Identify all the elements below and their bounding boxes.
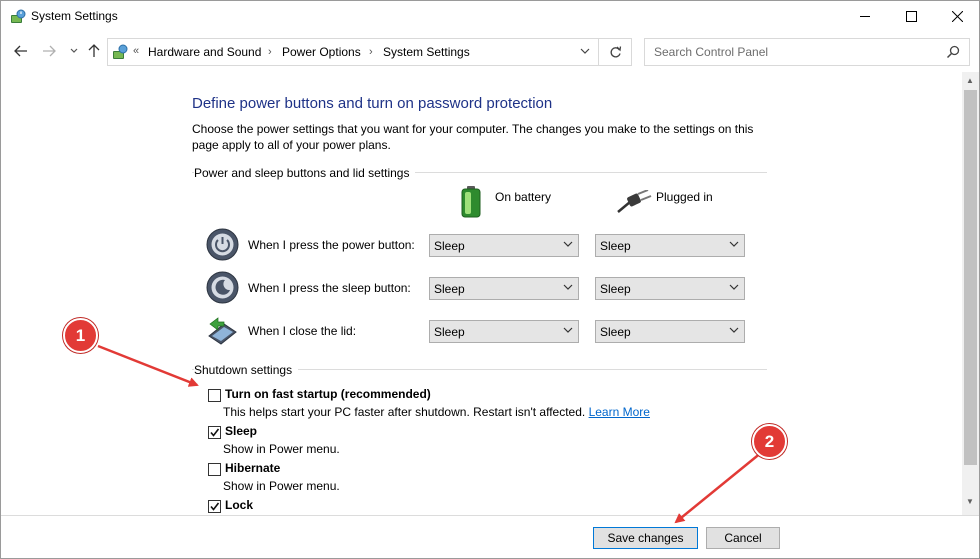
power-plug-icon bbox=[617, 190, 652, 213]
search-input[interactable]: Search Control Panel bbox=[654, 45, 768, 59]
sleep-button-plugged-in-select[interactable]: Sleep bbox=[595, 277, 745, 300]
sleep-button-icon bbox=[206, 271, 239, 304]
power-buttons-group-label: Power and sleep buttons and lid settings bbox=[194, 166, 416, 180]
checkmark-icon bbox=[210, 428, 220, 437]
annotation-badge-2: 2 bbox=[752, 424, 787, 459]
title-bar: System Settings bbox=[1, 1, 979, 32]
select-value: Sleep bbox=[434, 325, 465, 339]
checkmark-icon bbox=[210, 502, 220, 511]
forward-arrow-icon bbox=[43, 45, 56, 57]
scroll-up-icon[interactable]: ▲ bbox=[966, 76, 974, 85]
annotation-badge-1: 1 bbox=[63, 318, 98, 353]
sleep-button-label: When I press the sleep button: bbox=[248, 281, 411, 295]
chevron-down-icon bbox=[729, 327, 739, 333]
search-box[interactable]: Search Control Panel bbox=[644, 38, 970, 66]
power-button-label: When I press the power button: bbox=[248, 238, 415, 252]
lid-close-plugged-in-select[interactable]: Sleep bbox=[595, 320, 745, 343]
save-changes-button[interactable]: Save changes bbox=[593, 527, 698, 549]
vertical-scrollbar[interactable]: ▲ ▼ bbox=[962, 72, 979, 515]
chevron-down-icon bbox=[70, 48, 78, 53]
up-arrow-icon bbox=[88, 44, 100, 57]
shutdown-group-label: Shutdown settings bbox=[194, 363, 299, 377]
back-button[interactable] bbox=[12, 42, 30, 60]
up-button[interactable] bbox=[85, 42, 103, 60]
address-bar[interactable]: « Hardware and Sound › Power Options › S… bbox=[107, 38, 599, 66]
sleep-description: Show in Power menu. bbox=[223, 442, 340, 456]
window-title: System Settings bbox=[31, 9, 118, 23]
fast-startup-checkbox[interactable] bbox=[208, 389, 221, 402]
chevron-down-icon bbox=[563, 327, 573, 333]
breadcrumb-system-settings[interactable]: System Settings bbox=[383, 45, 470, 59]
learn-more-link[interactable]: Learn More bbox=[589, 405, 650, 419]
search-icon[interactable] bbox=[946, 45, 960, 59]
select-value: Sleep bbox=[434, 239, 465, 253]
power-button-plugged-in-select[interactable]: Sleep bbox=[595, 234, 745, 257]
breadcrumb-power-options[interactable]: Power Options bbox=[282, 45, 361, 59]
power-options-icon bbox=[11, 9, 26, 23]
breadcrumb-separator-icon: › bbox=[369, 46, 373, 58]
close-icon bbox=[951, 11, 963, 22]
select-value: Sleep bbox=[600, 325, 631, 339]
system-settings-window: System Settings « Hardware and Sound › P… bbox=[0, 0, 980, 559]
page-title: Define power buttons and turn on passwor… bbox=[192, 95, 553, 112]
footer-bar: Save changes Cancel bbox=[1, 515, 979, 558]
lid-close-label: When I close the lid: bbox=[248, 324, 357, 338]
address-overflow[interactable]: « bbox=[133, 45, 139, 57]
column-on-battery: On battery bbox=[495, 190, 552, 204]
chevron-down-icon[interactable] bbox=[580, 48, 590, 55]
fast-startup-description-text: This helps start your PC faster after sh… bbox=[223, 405, 586, 419]
back-arrow-icon bbox=[14, 45, 27, 57]
cancel-button[interactable]: Cancel bbox=[706, 527, 780, 549]
forward-button[interactable] bbox=[40, 42, 58, 60]
maximize-button[interactable] bbox=[888, 1, 934, 32]
close-button[interactable] bbox=[934, 1, 979, 32]
hibernate-description: Show in Power menu. bbox=[223, 479, 340, 493]
page-description: Choose the power settings that you want … bbox=[192, 122, 754, 152]
lock-label[interactable]: Lock bbox=[225, 498, 253, 512]
main-content: Define power buttons and turn on passwor… bbox=[1, 72, 961, 515]
scrollbar-thumb[interactable] bbox=[964, 90, 977, 465]
chevron-down-icon bbox=[563, 241, 573, 247]
recent-locations-button[interactable] bbox=[65, 42, 83, 60]
power-button-icon bbox=[206, 228, 239, 261]
fast-startup-description: This helps start your PC faster after sh… bbox=[223, 405, 650, 419]
scroll-down-icon[interactable]: ▼ bbox=[966, 497, 974, 506]
sleep-checkbox[interactable] bbox=[208, 426, 221, 439]
breadcrumb-separator-icon: › bbox=[268, 46, 272, 58]
hibernate-label[interactable]: Hibernate bbox=[225, 461, 280, 475]
control-panel-icon bbox=[113, 44, 128, 59]
power-button-on-battery-select[interactable]: Sleep bbox=[429, 234, 579, 257]
refresh-icon bbox=[610, 45, 621, 57]
column-plugged-in: Plugged in bbox=[656, 190, 713, 204]
fast-startup-label[interactable]: Turn on fast startup (recommended) bbox=[225, 387, 431, 401]
refresh-button[interactable] bbox=[599, 38, 632, 66]
lid-close-on-battery-select[interactable]: Sleep bbox=[429, 320, 579, 343]
battery-icon bbox=[461, 186, 481, 218]
breadcrumb-hardware-and-sound[interactable]: Hardware and Sound bbox=[148, 45, 261, 59]
select-value: Sleep bbox=[600, 239, 631, 253]
chevron-down-icon bbox=[563, 284, 573, 290]
minimize-icon bbox=[859, 16, 870, 17]
select-value: Sleep bbox=[434, 282, 465, 296]
laptop-lid-icon bbox=[208, 317, 237, 345]
navigation-bar: « Hardware and Sound › Power Options › S… bbox=[1, 32, 979, 72]
select-value: Sleep bbox=[600, 282, 631, 296]
chevron-down-icon bbox=[729, 284, 739, 290]
hibernate-checkbox[interactable] bbox=[208, 463, 221, 476]
chevron-down-icon bbox=[729, 241, 739, 247]
minimize-button[interactable] bbox=[842, 1, 888, 32]
maximize-icon bbox=[905, 11, 917, 22]
lock-checkbox[interactable] bbox=[208, 500, 221, 513]
sleep-label[interactable]: Sleep bbox=[225, 424, 257, 438]
sleep-button-on-battery-select[interactable]: Sleep bbox=[429, 277, 579, 300]
